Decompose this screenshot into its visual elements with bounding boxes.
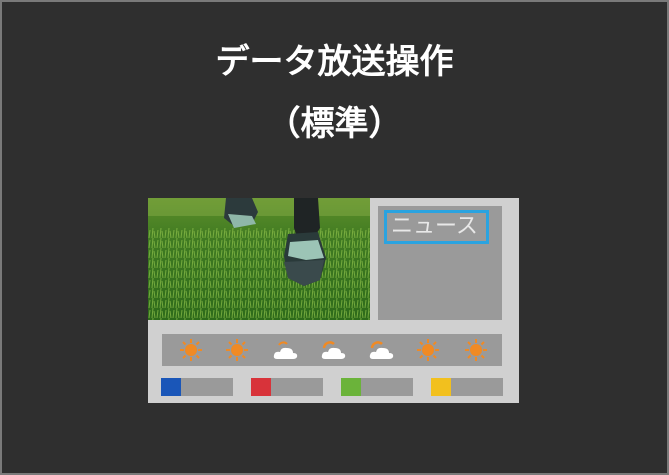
green-swatch bbox=[341, 378, 361, 396]
yellow-swatch bbox=[431, 378, 451, 396]
page-subtitle: （標準） bbox=[266, 104, 403, 144]
blue-swatch bbox=[161, 378, 181, 396]
blue-button[interactable] bbox=[161, 378, 233, 396]
sun-icon bbox=[465, 339, 487, 361]
page-title: データ放送操作 bbox=[215, 42, 454, 82]
side-panel: ニュース bbox=[378, 206, 502, 320]
running-feet-image bbox=[148, 198, 370, 320]
green-button[interactable] bbox=[341, 378, 413, 396]
partly-cloudy-icon bbox=[369, 341, 394, 359]
sun-icon bbox=[180, 339, 202, 361]
video-area bbox=[148, 198, 370, 320]
partly-cloudy-icon bbox=[321, 341, 346, 359]
weather-bar bbox=[162, 334, 502, 366]
red-button[interactable] bbox=[251, 378, 323, 396]
tv-screen: ニュース bbox=[148, 198, 519, 403]
sun-icon bbox=[226, 339, 248, 361]
sun-icon bbox=[417, 339, 439, 361]
news-button[interactable]: ニュース bbox=[384, 210, 489, 244]
yellow-button[interactable] bbox=[431, 378, 503, 396]
red-swatch bbox=[251, 378, 271, 396]
cloudy-icon bbox=[273, 341, 298, 359]
